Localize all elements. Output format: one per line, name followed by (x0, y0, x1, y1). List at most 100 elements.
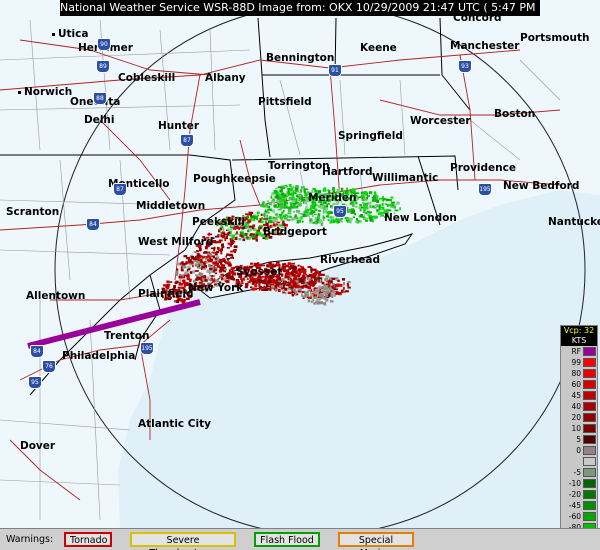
precip-echo (226, 254, 231, 256)
precip-echo (300, 213, 304, 215)
precip-echo (388, 209, 391, 211)
precip-echo (214, 259, 219, 262)
precip-echo (231, 277, 236, 280)
precip-echo (323, 298, 325, 300)
precip-echo (323, 209, 327, 213)
precip-echo (285, 270, 288, 274)
severe-thunderstorm-warning-button[interactable]: Severe Thunderstorm (130, 532, 236, 550)
city-label: Boston (494, 108, 535, 120)
precip-echo (222, 264, 225, 267)
tornado-warning-button[interactable]: Tornado (64, 532, 112, 547)
precip-echo (194, 263, 198, 266)
precip-echo (297, 211, 301, 215)
legend-bin-swatch (583, 479, 596, 488)
precip-echo (256, 211, 260, 215)
precip-echo (251, 215, 254, 218)
legend-bin-swatch (583, 468, 596, 477)
legend-bin: 40 (561, 401, 597, 412)
legend-bin-swatch (583, 380, 596, 389)
precip-echo (317, 290, 321, 292)
city-label: New London (384, 212, 457, 224)
interstate-shield-icon: 88 (93, 92, 107, 105)
precip-echo (208, 272, 211, 275)
precip-echo (282, 281, 285, 285)
precip-echo (399, 207, 401, 211)
precip-echo (332, 283, 335, 286)
precip-echo (362, 195, 365, 197)
legend-bin-label: -60 (568, 512, 581, 521)
precip-echo (203, 275, 206, 277)
precip-echo (230, 228, 233, 232)
precip-echo (226, 247, 231, 249)
precip-echo (295, 194, 299, 197)
city-name: Willimantic (372, 172, 439, 184)
precip-echo (316, 301, 321, 305)
precip-echo (276, 216, 280, 218)
precip-echo (318, 285, 321, 289)
precip-echo (278, 288, 281, 292)
precip-echo (390, 206, 393, 209)
precip-echo (181, 274, 185, 277)
precip-echo (284, 287, 287, 291)
legend-bin-label: 5 (576, 435, 581, 444)
precip-echo (292, 285, 297, 288)
city-name: West Milford (138, 236, 214, 248)
precip-echo (297, 272, 302, 276)
city-label: Hartford (322, 166, 373, 178)
precip-echo (217, 256, 219, 260)
precip-echo (233, 245, 238, 249)
flash-flood-warning-button[interactable]: Flash Flood (254, 532, 320, 547)
precip-echo (285, 198, 288, 201)
precip-echo (280, 186, 283, 189)
precip-echo (287, 277, 290, 281)
precip-echo (346, 282, 349, 287)
precip-echo (220, 260, 223, 263)
precip-echo (214, 272, 218, 275)
precip-echo (291, 294, 294, 297)
precip-echo (197, 276, 202, 280)
city-label: Philadelphia (62, 350, 135, 362)
precip-echo (262, 213, 267, 216)
precip-echo (386, 198, 389, 202)
legend-bin-label: 80 (571, 369, 581, 378)
precip-echo (318, 274, 321, 277)
precip-echo (315, 291, 318, 295)
precip-echo (331, 277, 336, 280)
interstate-shield-icon: 87 (180, 134, 194, 147)
precip-echo (259, 279, 263, 282)
precip-echo (203, 261, 206, 265)
legend-bin-label: -10 (568, 479, 581, 488)
precip-echo (306, 290, 309, 294)
precip-echo (301, 220, 304, 223)
city-marker-icon (52, 32, 55, 36)
precip-echo (373, 206, 377, 209)
precip-echo (305, 214, 309, 217)
city-label: Peekskill (192, 216, 245, 228)
precip-echo (365, 219, 368, 222)
city-label: Providence (450, 162, 516, 174)
precip-echo (298, 191, 302, 194)
precip-echo (289, 263, 292, 266)
city-label: New York (188, 282, 243, 294)
precip-echo (232, 240, 236, 243)
precip-echo (231, 270, 234, 273)
precip-echo (307, 286, 311, 290)
city-name: Cobleskill (118, 72, 176, 84)
precip-echo (294, 265, 297, 269)
precip-echo (230, 250, 233, 253)
precip-echo (310, 300, 313, 303)
precip-echo (297, 288, 300, 291)
legend-bin-swatch (583, 457, 596, 466)
special-marine-warning-button[interactable]: Special Marine (338, 532, 414, 550)
interstate-shield-icon: 95 (28, 376, 42, 389)
precip-echo (296, 293, 299, 296)
precip-echo (298, 217, 302, 221)
precip-echo (294, 214, 297, 217)
precip-echo (299, 204, 301, 207)
precip-echo (361, 199, 366, 201)
precip-echo (305, 202, 307, 205)
precip-echo (230, 267, 234, 270)
precip-echo (310, 273, 315, 277)
precip-echo (330, 292, 334, 294)
precip-echo (196, 255, 199, 259)
